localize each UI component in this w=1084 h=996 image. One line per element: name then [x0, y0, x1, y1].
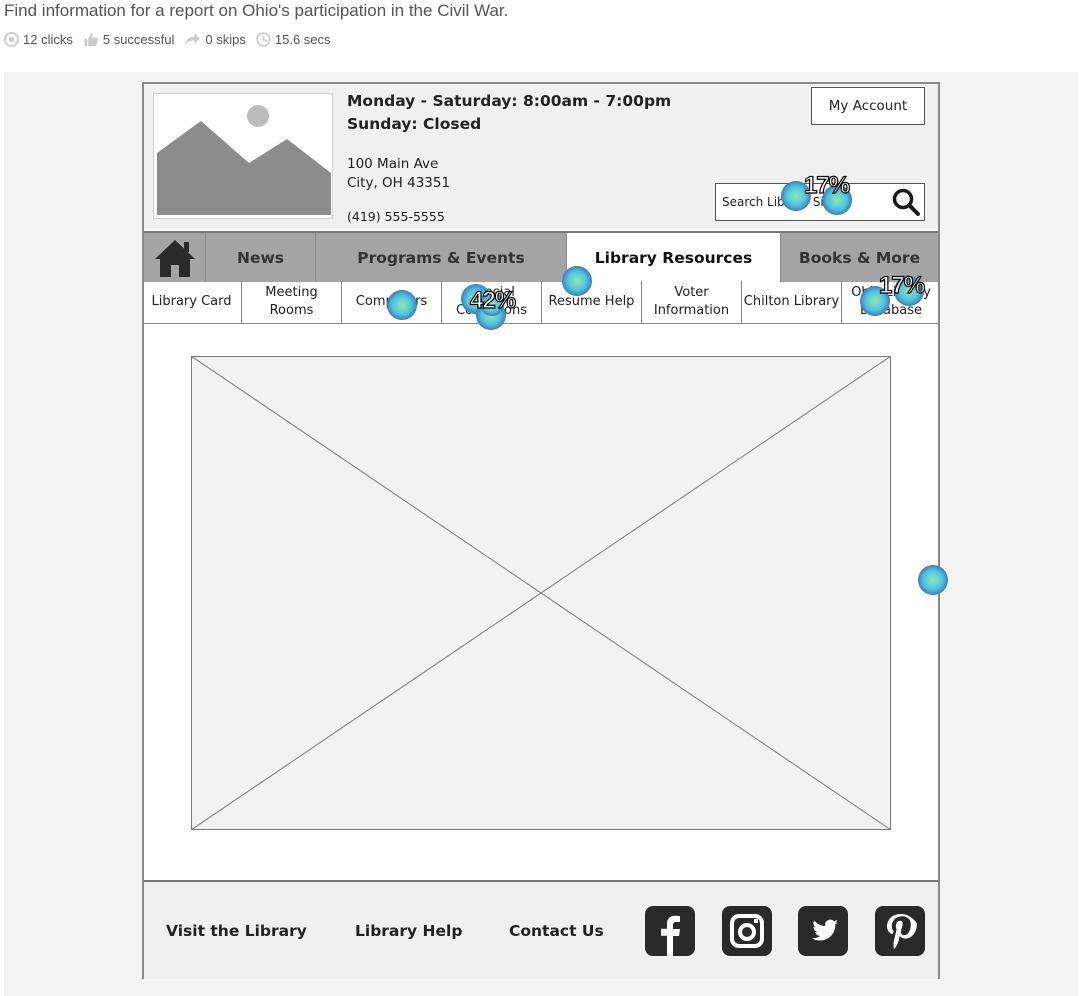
hero-image-placeholder [191, 356, 891, 830]
instagram-icon[interactable] [722, 906, 772, 956]
heatmap-click [562, 266, 592, 296]
pinterest-icon[interactable] [875, 906, 925, 956]
heatmap-percent-label: 42% [469, 286, 516, 314]
home-tab[interactable] [144, 233, 206, 282]
subnav-chilton-library[interactable]: Chilton Library [742, 281, 842, 323]
heatmap-click [918, 565, 948, 595]
task-stats: 12 clicks 5 successful 0 skips 15.6 secs [4, 32, 341, 47]
subnav-resume-help[interactable]: Resume Help [542, 281, 642, 323]
address-city: City, OH 43351 [347, 175, 451, 191]
heatmap-percent-label: 17% [878, 271, 925, 299]
main-nav: News Programs & Events Library Resources… [144, 231, 938, 282]
subnav-voter-information[interactable]: Voter Information [642, 281, 742, 323]
tab-programs-events[interactable]: Programs & Events [316, 233, 567, 282]
my-account-button[interactable]: My Account [811, 87, 925, 125]
target-icon [4, 32, 19, 47]
image-placeholder-icon [152, 92, 334, 220]
clicks-count: 12 clicks [23, 32, 73, 47]
logo-placeholder[interactable] [152, 92, 334, 220]
skips-count: 0 skips [205, 32, 246, 47]
skips-stat: 0 skips [184, 32, 246, 47]
successful-stat: 5 successful [83, 32, 175, 47]
hours-weekday: Monday - Saturday: 8:00am - 7:00pm [347, 92, 672, 110]
tab-library-resources[interactable]: Library Resources [567, 233, 781, 282]
twitter-icon[interactable] [798, 906, 848, 956]
hours-sunday: Sunday: Closed [347, 115, 482, 133]
heatmap-percent-label: 17% [803, 171, 850, 199]
home-icon [154, 239, 195, 277]
heatmap-click [387, 290, 417, 320]
subnav-library-card[interactable]: Library Card [142, 281, 242, 323]
task-title: Find information for a report on Ohio's … [4, 1, 509, 20]
clicks-stat: 12 clicks [4, 32, 73, 47]
skip-arrow-icon [185, 32, 201, 46]
successful-count: 5 successful [102, 32, 175, 47]
time-value: 15.6 secs [274, 32, 331, 47]
tab-news[interactable]: News [206, 233, 316, 282]
address-street: 100 Main Ave [347, 156, 439, 172]
sub-nav: Library Card Meeting Rooms Computers Spe… [142, 281, 940, 324]
footer-link-help[interactable]: Library Help [355, 922, 462, 940]
facebook-icon[interactable] [645, 906, 695, 956]
clock-icon [256, 32, 271, 47]
phone-number: (419) 555-5555 [347, 209, 445, 224]
footer-link-visit[interactable]: Visit the Library [166, 922, 307, 940]
search-icon[interactable] [891, 187, 921, 217]
footer-link-contact[interactable]: Contact Us [509, 922, 604, 940]
thumbs-up-icon [84, 32, 98, 47]
time-stat: 15.6 secs [256, 32, 331, 47]
subnav-meeting-rooms[interactable]: Meeting Rooms [242, 281, 342, 323]
